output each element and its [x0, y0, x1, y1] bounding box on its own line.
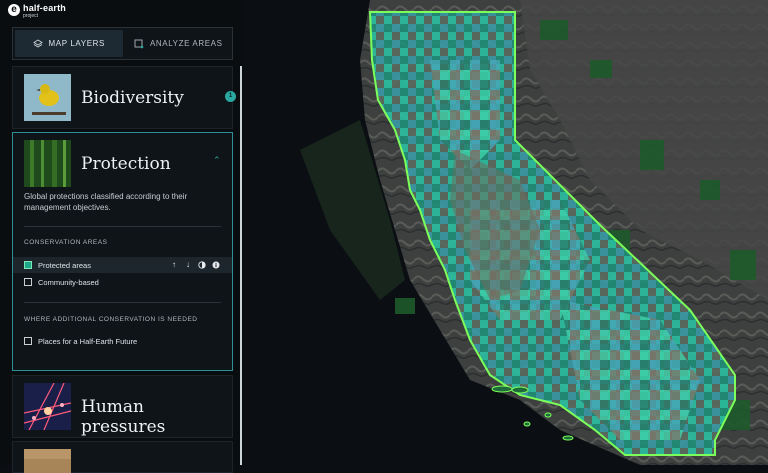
- arrow-down-icon[interactable]: ↓: [184, 261, 192, 269]
- human-pressures-title: Human pressures: [81, 397, 166, 437]
- biodiversity-card[interactable]: Biodiversity: [12, 66, 233, 129]
- protected-areas-label: Protected areas: [38, 260, 91, 270]
- layer-row-half-earth-future[interactable]: Places for a Half-Earth Future: [13, 333, 232, 349]
- layer-row-community-based[interactable]: Community-based: [13, 274, 232, 290]
- sidebar-scrollbar[interactable]: [240, 66, 242, 465]
- chevron-up-icon[interactable]: ⌃: [213, 155, 223, 165]
- biodiversity-title: Biodiversity: [81, 88, 184, 108]
- biodiversity-thumbnail: [24, 74, 71, 121]
- arrow-up-icon[interactable]: ↑: [170, 261, 178, 269]
- tab-analyze-areas[interactable]: ANALYZE AREAS: [125, 28, 233, 59]
- logo-name: half-earth: [23, 3, 67, 13]
- divider: [24, 226, 221, 227]
- info-icon[interactable]: [212, 261, 220, 269]
- tab-analyze-areas-label: ANALYZE AREAS: [149, 39, 223, 48]
- protection-card[interactable]: Protection ⌃ Global protections classifi…: [12, 132, 233, 371]
- logo[interactable]: e half-earth project: [8, 4, 66, 20]
- protection-title: Protection: [81, 154, 171, 174]
- community-based-checkbox[interactable]: [24, 278, 32, 286]
- opacity-icon[interactable]: [198, 261, 206, 269]
- divider: [24, 302, 221, 303]
- protection-thumbnail: [24, 140, 71, 187]
- biodiversity-count-badge: 1: [225, 91, 236, 102]
- half-earth-future-checkbox[interactable]: [24, 337, 32, 345]
- sidebar-tabs: MAP LAYERS ANALYZE AREAS: [12, 27, 233, 60]
- half-earth-future-label: Places for a Half-Earth Future: [38, 336, 138, 346]
- protection-description: Global protections classified according …: [24, 192, 188, 212]
- tab-map-layers[interactable]: MAP LAYERS: [15, 30, 123, 57]
- next-card-thumbnail: [24, 449, 71, 473]
- human-pressures-thumbnail: [24, 383, 71, 430]
- protected-areas-checkbox[interactable]: [24, 261, 32, 269]
- sidebar: e half-earth project MAP LAYERS ANALYZE …: [0, 0, 244, 473]
- layer-row-protected-areas[interactable]: Protected areas ↑ ↓: [13, 257, 232, 273]
- community-based-label: Community-based: [38, 277, 99, 287]
- tab-map-layers-label: MAP LAYERS: [48, 39, 105, 48]
- next-card[interactable]: [12, 441, 233, 473]
- human-pressures-card[interactable]: Human pressures: [12, 375, 233, 438]
- layers-icon: [32, 38, 43, 48]
- analyze-areas-icon: [134, 39, 144, 48]
- conservation-areas-heading: CONSERVATION AREAS: [24, 239, 108, 246]
- additional-conservation-heading: WHERE ADDITIONAL CONSERVATION IS NEEDED: [24, 316, 198, 323]
- logo-mark-icon: e: [8, 4, 20, 16]
- logo-sub: project: [23, 13, 39, 19]
